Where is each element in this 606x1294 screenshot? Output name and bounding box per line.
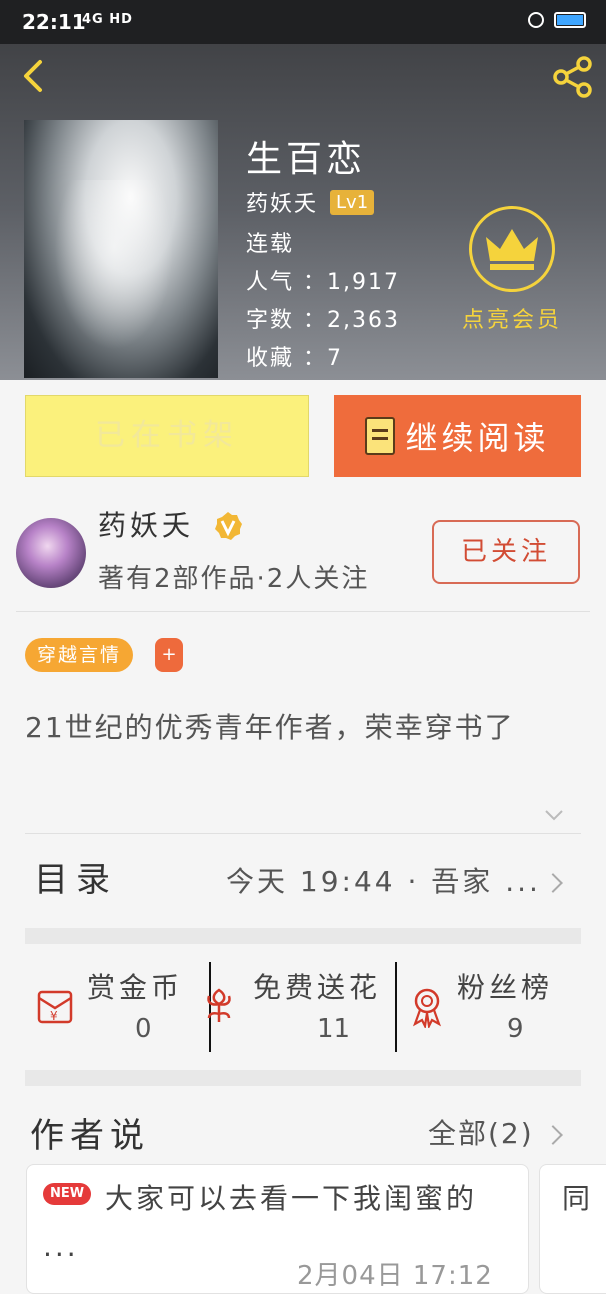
status-icons xyxy=(528,12,586,28)
divider xyxy=(25,833,581,834)
favorites-count: 收藏 ：7 xyxy=(246,346,343,371)
medal-icon xyxy=(412,988,442,1028)
level-badge: Lv1 xyxy=(330,189,375,215)
stat-value: 0 xyxy=(135,1014,152,1044)
share-icon[interactable] xyxy=(550,54,596,100)
vip-label: 点亮会员 xyxy=(461,308,562,333)
book-status: 连载 xyxy=(246,232,295,257)
continue-reading-label: 继续阅读 xyxy=(405,419,550,457)
genre-tag[interactable]: 穿越言情 xyxy=(25,638,134,672)
reward-coins-stat[interactable]: ¥ 赏金币 0 xyxy=(25,960,211,1050)
vip-button[interactable]: 点亮会员 xyxy=(446,206,578,334)
note-date: 2月04日 17:12 xyxy=(297,1261,493,1291)
book-detail-page: 22:11 4G HD 生百恋 药妖夭 Lv1 连载 人气 ：1,917 字数 … xyxy=(0,0,606,1294)
stat-label: 免费送花 xyxy=(253,971,382,1004)
catalog-title: 目录 xyxy=(34,860,118,900)
crown-icon xyxy=(469,206,555,292)
add-tag-button[interactable]: + xyxy=(155,638,183,672)
follow-button[interactable]: 已关注 xyxy=(432,520,580,584)
latest-chapter: 今天 19:44 · 吾家 ... xyxy=(226,865,541,898)
author-note-card[interactable]: NEW 大家可以去看一下我闺蜜的 ... 2月04日 17:12 xyxy=(26,1164,529,1294)
book-author[interactable]: 药妖夭 xyxy=(246,186,318,218)
flower-icon xyxy=(207,988,231,1022)
author-line: 药妖夭 Lv1 xyxy=(246,186,375,218)
view-all-link[interactable]: 全部(2) xyxy=(428,1112,534,1152)
svg-text:¥: ¥ xyxy=(50,1009,58,1023)
book-icon xyxy=(365,417,396,455)
section-separator xyxy=(25,928,581,944)
note-text: 同 xyxy=(562,1182,591,1215)
back-arrow-icon[interactable] xyxy=(14,56,54,96)
in-shelf-button[interactable]: 已在书架 xyxy=(25,395,309,477)
stat-label: 赏金币 xyxy=(87,971,184,1004)
popularity: 人气 ：1,917 xyxy=(246,270,400,295)
author-name[interactable]: 药妖夭 xyxy=(98,504,194,544)
chevron-down-icon[interactable] xyxy=(544,808,564,822)
chevron-right-icon[interactable] xyxy=(543,1125,563,1145)
status-bar: 22:11 4G HD xyxy=(0,0,606,44)
chevron-right-icon xyxy=(543,873,563,893)
word-count: 字数 ：2,363 xyxy=(246,308,400,333)
author-summary: 著有2部作品·2人关注 xyxy=(98,564,370,594)
book-description: 21世纪的优秀青年作者，荣幸穿书了 xyxy=(25,711,515,744)
stat-value: 11 xyxy=(317,1014,351,1044)
section-separator xyxy=(25,1070,581,1086)
fan-ranking-stat[interactable]: 粉丝榜 9 xyxy=(397,960,581,1050)
continue-reading-button[interactable]: 继续阅读 xyxy=(334,395,581,477)
book-header: 22:11 4G HD 生百恋 药妖夭 Lv1 连载 人气 ：1,917 字数 … xyxy=(0,0,606,380)
battery-icon xyxy=(554,12,586,28)
author-avatar[interactable] xyxy=(16,518,86,588)
free-flowers-stat[interactable]: 免费送花 11 xyxy=(207,960,395,1050)
author-says-title: 作者说 xyxy=(30,1116,150,1156)
book-title: 生百恋 xyxy=(246,139,367,180)
status-time: 22:11 xyxy=(22,10,86,34)
author-note-card[interactable]: 同 xyxy=(539,1164,606,1294)
stat-label: 粉丝榜 xyxy=(457,971,554,1004)
lock-icon xyxy=(528,12,544,28)
red-envelope-icon: ¥ xyxy=(37,990,73,1024)
divider xyxy=(16,611,590,612)
book-cover-image[interactable] xyxy=(24,120,218,378)
stat-value: 9 xyxy=(507,1014,524,1044)
network-indicator: 4G HD xyxy=(82,12,133,27)
verified-v-icon xyxy=(215,512,242,540)
